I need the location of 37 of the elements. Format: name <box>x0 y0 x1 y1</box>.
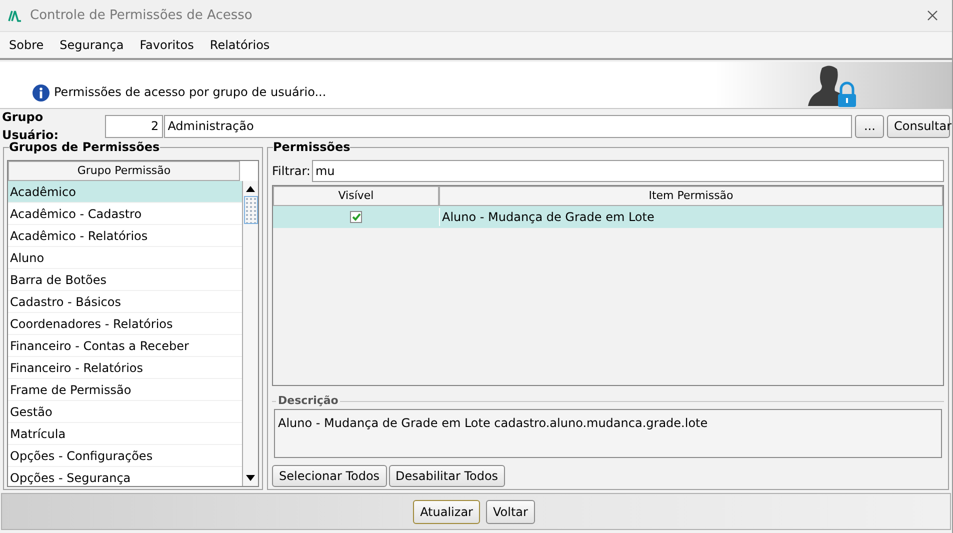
query-button[interactable]: Consultar <box>887 114 950 138</box>
app-logo-icon <box>8 10 22 22</box>
scroll-up-icon[interactable] <box>246 186 255 192</box>
permission-row[interactable]: Aluno - Mudança de Grade em Lote <box>273 206 943 228</box>
group-code-field[interactable]: 2 <box>104 114 163 138</box>
action-button[interactable]: Desabilitar Todos <box>388 465 506 487</box>
footer-button[interactable]: Atualizar <box>413 500 480 524</box>
scrollbar[interactable] <box>242 181 258 486</box>
user-group-label: Grupo Usuário: <box>2 109 60 142</box>
visible-checkbox[interactable] <box>350 211 362 223</box>
scroll-down-icon[interactable] <box>246 475 255 481</box>
browse-button[interactable]: ... <box>855 114 884 138</box>
menu-item[interactable]: Segurança <box>60 36 124 54</box>
check-icon <box>352 213 360 221</box>
user-lock-icon <box>808 64 858 108</box>
description-title: Descrição <box>276 394 340 408</box>
filter-field[interactable]: mu <box>312 160 944 182</box>
window-title: Controle de Permissões de Acesso <box>30 6 252 25</box>
column-header: Grupo Permissão <box>8 161 240 181</box>
menu-item[interactable]: Sobre <box>9 36 44 54</box>
group-name-field[interactable]: Administração <box>164 114 852 138</box>
groups-title: Grupos de Permissões <box>9 140 160 154</box>
scroll-thumb[interactable] <box>244 196 258 224</box>
permissions-title: Permissões <box>273 140 350 154</box>
filter-label: Filtrar: <box>272 163 310 180</box>
close-icon[interactable] <box>927 10 938 21</box>
column-header: Item Permissão <box>439 186 943 206</box>
description-box: Aluno - Mudança de Grade em Lote cadastro.aluno.mudanca.grade.lote <box>274 409 942 458</box>
info-icon <box>32 84 50 102</box>
menu-item[interactable]: Relatórios <box>210 36 270 54</box>
action-button[interactable]: Selecionar Todos <box>272 465 387 487</box>
column-header: Visível <box>273 186 439 206</box>
menu-item[interactable]: Favoritos <box>140 36 194 54</box>
group-row[interactable]: Acadêmico <box>8 181 242 203</box>
footer-button[interactable]: Voltar <box>486 500 535 524</box>
table-cell: Aluno - Mudança de Grade em Lote <box>439 208 943 226</box>
header-message: Permissões de acesso por grupo de usuário... <box>54 84 326 101</box>
